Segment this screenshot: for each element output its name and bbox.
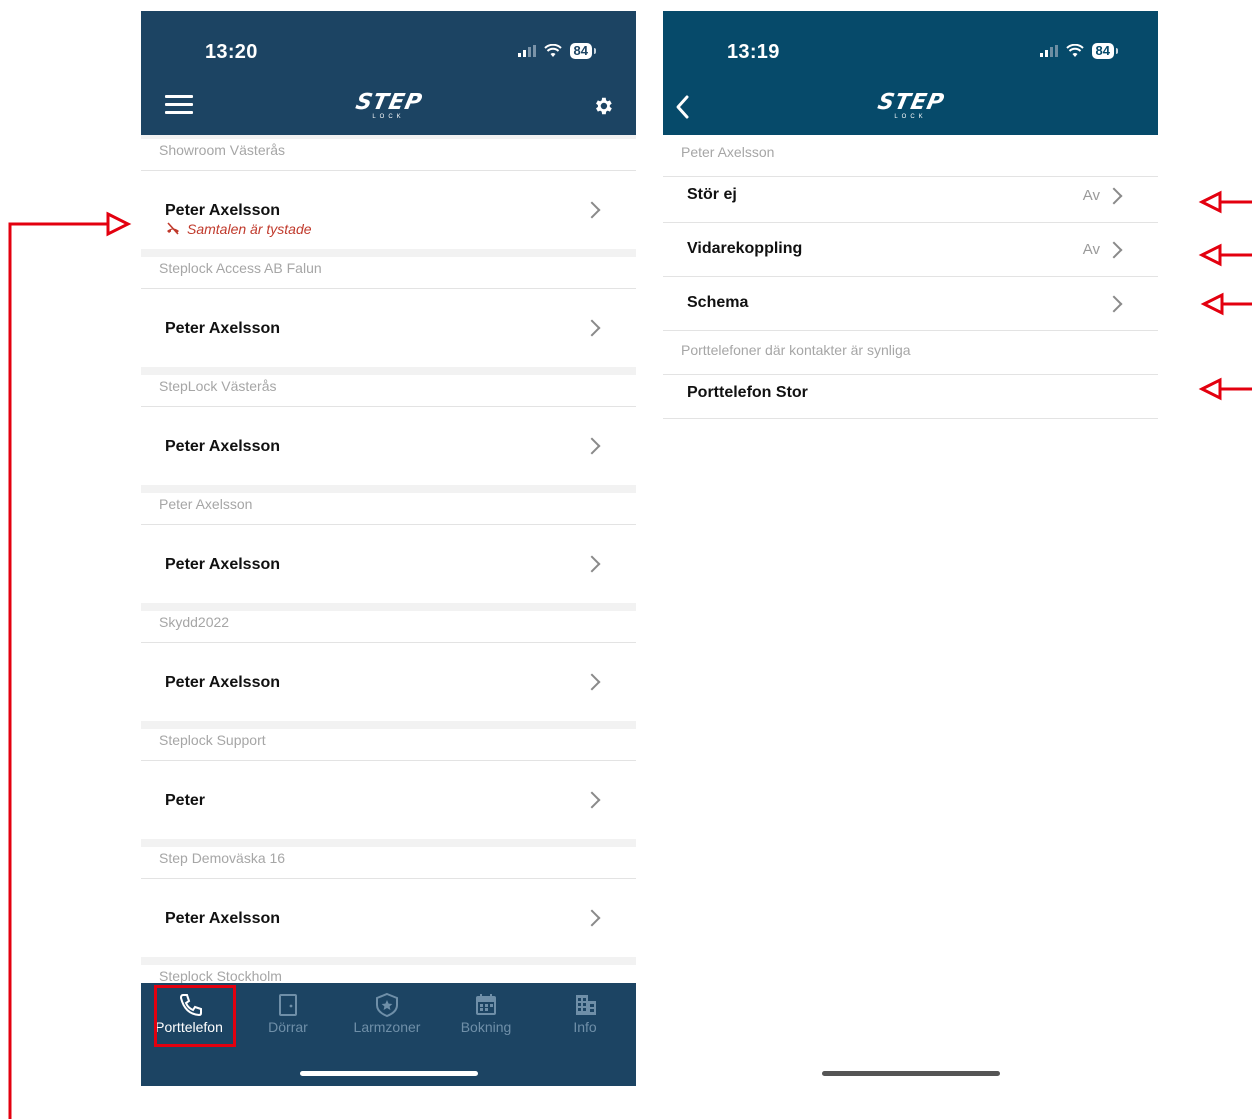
arrow-left-icon [1198,243,1252,267]
arrow-left-icon [1198,190,1252,214]
annotation-connector [8,211,132,1119]
arrow-left-icon [1200,292,1252,316]
arrow-left-icon [1198,377,1252,401]
